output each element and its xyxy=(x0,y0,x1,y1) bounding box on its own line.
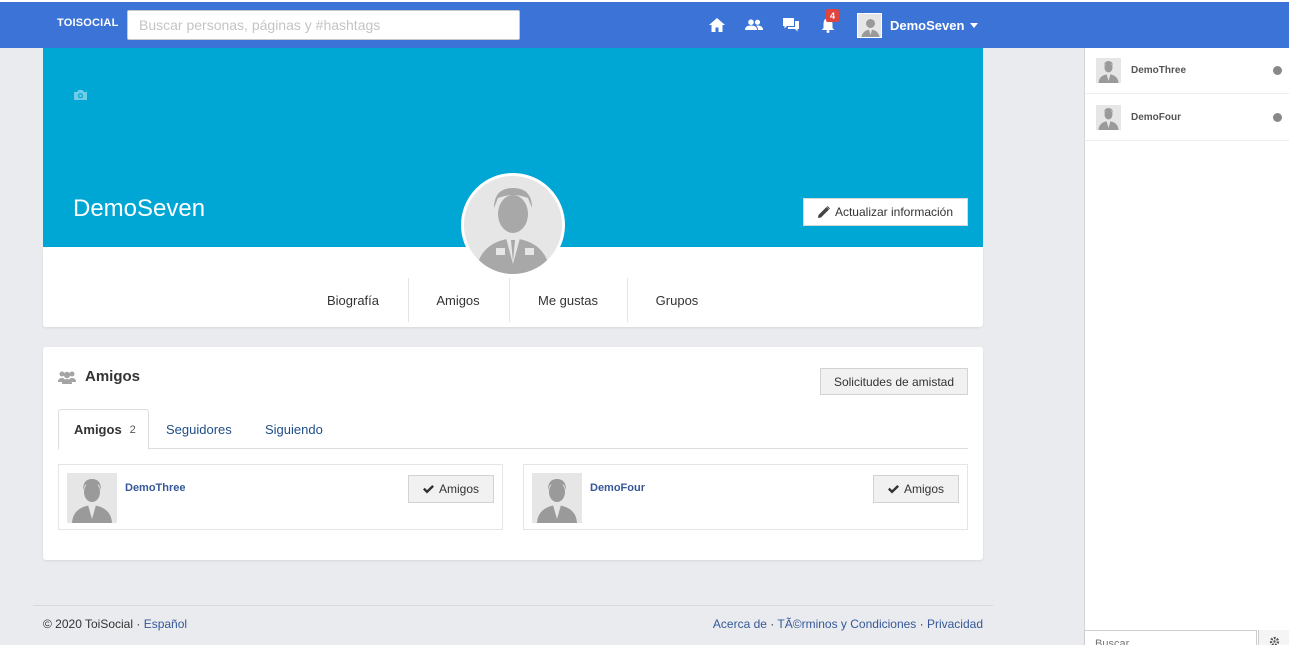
update-info-button[interactable]: Actualizar información xyxy=(803,198,968,226)
separator: · xyxy=(766,617,778,631)
status-dot-icon xyxy=(1273,66,1282,75)
friend-card: DemoThree Amigos xyxy=(58,464,503,530)
divider xyxy=(408,278,409,322)
tab-amigos-list[interactable]: Amigos 2 xyxy=(58,409,149,450)
chat-contact[interactable]: DemoThree xyxy=(1085,48,1289,94)
friend-status-button[interactable]: Amigos xyxy=(873,475,959,503)
tab-grupos[interactable]: Grupos xyxy=(637,278,717,324)
friend-requests-button[interactable]: Solicitudes de amistad xyxy=(820,368,968,395)
tab-label: Amigos xyxy=(74,422,122,437)
friends-panel-header: Amigos xyxy=(58,368,140,385)
user-menu[interactable]: DemoSeven xyxy=(857,12,979,39)
users-icon xyxy=(58,371,76,384)
terms-link[interactable]: TÃ©rminos y Condiciones xyxy=(777,617,916,631)
avatar xyxy=(1096,105,1121,130)
avatar xyxy=(1096,58,1121,83)
gear-icon[interactable] xyxy=(1258,630,1289,645)
notification-badge: 4 xyxy=(826,9,839,22)
friend-avatar[interactable] xyxy=(67,473,117,523)
tab-seguidores[interactable]: Seguidores xyxy=(166,409,232,449)
language-link[interactable]: Español xyxy=(144,617,187,631)
footer-divider xyxy=(33,605,993,606)
about-link[interactable]: Acerca de xyxy=(713,617,767,631)
chat-contact[interactable]: DemoFour xyxy=(1085,95,1289,141)
friend-status-button[interactable]: Amigos xyxy=(408,475,494,503)
friend-count: 2 xyxy=(129,423,136,436)
messages-icon[interactable] xyxy=(781,16,801,34)
profile-name: DemoSeven xyxy=(73,195,206,222)
friend-button-label: Amigos xyxy=(903,482,944,496)
chevron-down-icon xyxy=(970,23,979,28)
avatar xyxy=(857,13,882,38)
chat-contact-name: DemoThree xyxy=(1131,65,1187,76)
chat-contact-name: DemoFour xyxy=(1131,112,1181,123)
friends-tabs: Amigos 2 Seguidores Siguiendo xyxy=(58,409,968,450)
privacy-link[interactable]: Privacidad xyxy=(927,617,983,631)
divider xyxy=(509,278,510,322)
footer-copyright: © 2020 ToiSocial · Español xyxy=(43,617,187,631)
home-icon[interactable] xyxy=(707,16,727,34)
friends-title: Amigos xyxy=(85,368,141,385)
footer-links: Acerca de · TÃ©rminos y Condiciones · Pr… xyxy=(713,617,983,631)
tab-me-gustas[interactable]: Me gustas xyxy=(524,278,612,324)
user-name: DemoSeven xyxy=(890,18,965,33)
chat-search-input[interactable] xyxy=(1084,630,1257,645)
top-navbar: TOISOCIAL 4 DemoSeven xyxy=(0,0,1289,48)
check-icon xyxy=(422,484,434,493)
pencil-icon xyxy=(817,206,830,218)
check-icon xyxy=(887,484,899,493)
friends-panel: Amigos Solicitudes de amistad Amigos 2 S… xyxy=(43,347,983,560)
status-dot-icon xyxy=(1273,113,1282,122)
friend-button-label: Amigos xyxy=(438,482,479,496)
divider xyxy=(627,278,628,322)
tab-siguiendo[interactable]: Siguiendo xyxy=(265,409,323,449)
tab-biografia[interactable]: Biografía xyxy=(313,278,393,324)
camera-icon[interactable] xyxy=(73,88,88,106)
brand-logo[interactable]: TOISOCIAL xyxy=(57,17,119,29)
friend-avatar[interactable] xyxy=(532,473,582,523)
friends-icon[interactable] xyxy=(744,16,764,34)
friend-name-link[interactable]: DemoThree xyxy=(125,482,186,494)
separator: · xyxy=(916,617,927,631)
copyright-text: © 2020 ToiSocial · xyxy=(43,617,144,631)
friend-name-link[interactable]: DemoFour xyxy=(590,482,645,494)
tab-amigos[interactable]: Amigos xyxy=(418,278,498,324)
search-input[interactable] xyxy=(127,10,520,40)
chat-sidebar: DemoThree DemoFour xyxy=(1084,48,1289,645)
update-info-label: Actualizar información xyxy=(834,205,954,219)
profile-avatar[interactable] xyxy=(461,173,565,277)
friend-card: DemoFour Amigos xyxy=(523,464,968,530)
